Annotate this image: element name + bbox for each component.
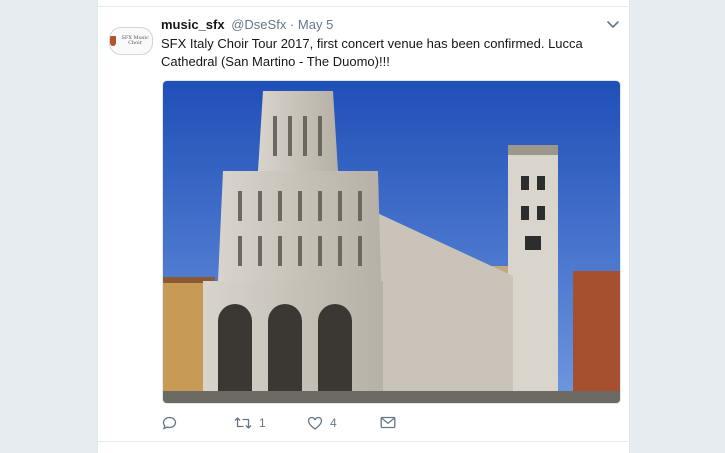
display-name[interactable]: music_sfx [161,17,225,32]
user-handle[interactable]: @DseSfx [231,17,286,32]
tweet-card[interactable]: SFX Music Choir music_sfx @DseSfx · May … [97,0,630,453]
header-separator: · [289,17,295,32]
avatar[interactable]: SFX Music Choir [109,27,153,55]
divider [98,441,629,442]
tweet-actions: 1 4 [162,416,622,436]
retweet-button[interactable]: 1 [234,416,266,430]
like-count: 4 [330,416,337,430]
tweet-text: SFX Italy Choir Tour 2017, first concert… [161,36,583,69]
heart-icon [307,416,323,430]
reply-icon [162,416,177,430]
tweet-photo[interactable] [162,80,621,404]
retweet-icon [234,417,252,429]
cathedral-photo [163,81,620,403]
tweet-date[interactable]: May 5 [298,17,333,32]
envelope-icon [380,416,396,429]
reply-button[interactable] [162,416,177,430]
like-button[interactable]: 4 [307,416,337,430]
avatar-logo-text: SFX Music Choir [121,35,149,46]
tweet-header: music_sfx @DseSfx · May 5 [161,17,333,32]
avatar-shield-icon [110,36,117,46]
direct-message-button[interactable] [380,416,396,429]
chevron-down-icon[interactable] [606,20,620,30]
divider [98,6,629,7]
retweet-count: 1 [259,416,266,430]
